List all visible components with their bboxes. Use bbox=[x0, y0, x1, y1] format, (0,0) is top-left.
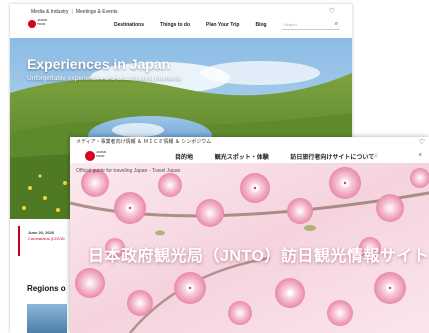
utility-links-ja[interactable]: メディア・事業者向け情報 ＆ ＭＩＣＥ情報 ＆ シンポジウム bbox=[76, 139, 211, 145]
nav-spots-experiences-ja[interactable]: 観光スポット・体験 bbox=[215, 155, 269, 161]
logo-circle-icon bbox=[85, 151, 95, 161]
search-input-ja[interactable]: 検索 ⌕ bbox=[370, 151, 422, 160]
nav-things-to-do[interactable]: Things to do bbox=[160, 22, 190, 28]
logo-circle-icon bbox=[28, 20, 36, 28]
nav-about-site-ja[interactable]: 訪日旅行者向けサイトについて bbox=[290, 155, 374, 161]
nav-menu: Destinations Things to do Plan Your Trip… bbox=[114, 22, 283, 28]
news-title[interactable]: Coronavirus (COVID bbox=[28, 236, 65, 241]
nav-destinations[interactable]: Destinations bbox=[114, 22, 144, 28]
meetings-events-link[interactable]: Meetings & Events bbox=[76, 9, 118, 15]
media-industry-link[interactable]: Media & Industry bbox=[31, 9, 69, 15]
hero-subtitle: Unforgettable experiences and breathtaki… bbox=[27, 75, 182, 82]
jnto-logo-ja[interactable]: JAPAN TOUR bbox=[85, 149, 107, 162]
japanese-page-screenshot: メディア・事業者向け情報 ＆ ＭＩＣＥ情報 ＆ シンポジウム ♡ JAPAN TO… bbox=[70, 137, 429, 333]
search-icon[interactable]: ⌕ bbox=[419, 151, 422, 160]
hero-title: Experiences in Japan bbox=[27, 56, 171, 72]
main-navigation: JAPAN TOUR Destinations Things to do Plan… bbox=[10, 17, 352, 33]
search-placeholder: 検索 bbox=[370, 153, 378, 158]
regions-heading: Regions o bbox=[27, 284, 66, 293]
nav-menu-ja: 目的地 観光スポット・体験 訪日旅行者向けサイトについて bbox=[175, 152, 394, 161]
news-accent-bar bbox=[18, 226, 20, 256]
nav-plan-your-trip[interactable]: Plan Your Trip bbox=[206, 22, 239, 28]
search-input[interactable]: Search ⌕ bbox=[282, 20, 340, 30]
utility-bar: Media & Industry | Meetings & Events ♡ bbox=[10, 4, 352, 17]
utility-separator: | bbox=[71, 8, 73, 15]
region-thumbnail[interactable] bbox=[27, 304, 67, 333]
main-navigation-ja: JAPAN TOUR 目的地 観光スポット・体験 訪日旅行者向けサイトについて 検… bbox=[70, 147, 429, 163]
search-placeholder: Search bbox=[284, 22, 297, 27]
hero-title-ja: 日本政府観光局（JNTO）訪日観光情報サイト bbox=[88, 248, 429, 265]
logo-text: JAPAN TOUR bbox=[37, 18, 47, 26]
heart-icon[interactable]: ♡ bbox=[329, 7, 335, 15]
nav-blog[interactable]: Blog bbox=[255, 22, 266, 28]
site-tagline: Official guide for traveling Japan - Tra… bbox=[76, 168, 181, 174]
jnto-logo[interactable]: JAPAN TOUR bbox=[28, 18, 47, 31]
nav-destinations-ja[interactable]: 目的地 bbox=[175, 155, 193, 161]
logo-text: JAPAN TOUR bbox=[96, 150, 106, 158]
search-icon[interactable]: ⌕ bbox=[335, 20, 338, 29]
news-date: June 20, 2020 bbox=[28, 230, 55, 235]
utility-bar-ja: メディア・事業者向け情報 ＆ ＭＩＣＥ情報 ＆ シンポジウム ♡ bbox=[70, 137, 429, 147]
